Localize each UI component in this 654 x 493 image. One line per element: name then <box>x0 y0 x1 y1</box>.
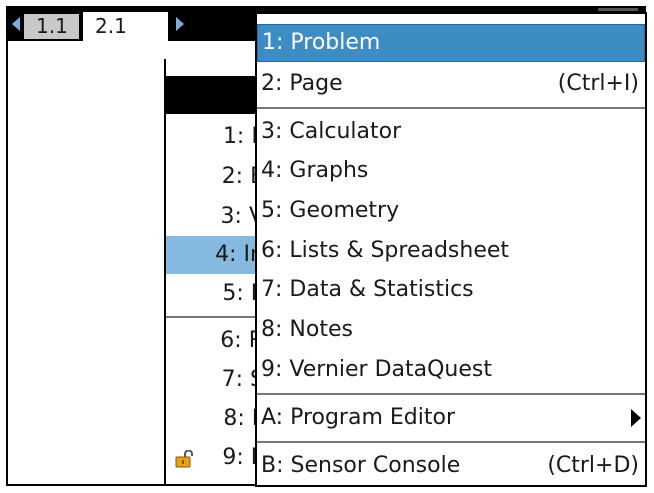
menu-item-program-editor[interactable]: A: Program Editor <box>257 399 645 437</box>
tab-scroll-left-icon[interactable] <box>12 17 20 31</box>
menu-item-label: 3: Calculator <box>261 119 402 144</box>
menu-item-label: 9: Vernier DataQuest <box>261 357 492 382</box>
menu-item-label: A: Program Editor <box>261 405 455 430</box>
menu-item-label: 6: Lists & Spreadsheet <box>261 238 510 263</box>
shortcut-label: (Ctrl+D) <box>547 453 639 478</box>
menu-item-data-statistics[interactable]: 7: Data & Statistics <box>257 271 645 309</box>
chevron-right-icon <box>631 409 641 427</box>
lock-open-icon <box>175 450 193 468</box>
menu-item-label: 8: Notes <box>261 317 353 342</box>
menu-item-label: 4: Graphs <box>261 158 369 183</box>
menu-item-problem[interactable]: 1: Problem <box>257 24 645 62</box>
shortcut-label: (Ctrl+I) <box>557 71 639 96</box>
menu-item-graphs[interactable]: 4: Graphs <box>257 152 645 190</box>
menu-item-sensor-console[interactable]: B: Sensor Console (Ctrl+D) <box>257 447 645 485</box>
tab-scroll-right-icon[interactable] <box>176 17 184 31</box>
menu-divider <box>257 441 645 443</box>
menu-item-lists-spreadsheet[interactable]: 6: Lists & Spreadsheet <box>257 232 645 270</box>
menu-item-label: B: Sensor Console <box>261 453 461 478</box>
menu-item-calculator[interactable]: 3: Calculator <box>257 113 645 151</box>
tab-1-1[interactable]: 1.1 <box>24 14 79 39</box>
menu-item-notes[interactable]: 8: Notes <box>257 311 645 349</box>
menu-divider <box>257 393 645 395</box>
menu-item-label: 2: Page <box>261 71 343 96</box>
insert-submenu: 1: Problem 2: Page (Ctrl+I) 3: Calculato… <box>255 12 647 487</box>
menu-item-geometry[interactable]: 5: Geometry <box>257 192 645 230</box>
menu-divider <box>257 107 645 109</box>
tab-2-1[interactable]: 2.1 <box>83 12 168 41</box>
menu-item-label: 7: Data & Statistics <box>261 277 474 302</box>
menu-item-page[interactable]: 2: Page (Ctrl+I) <box>257 65 645 103</box>
menu-item-vernier-dataquest[interactable]: 9: Vernier DataQuest <box>257 351 645 389</box>
menu-item-label: 5: Geometry <box>261 198 400 223</box>
menu-item-label: 1: Problem <box>262 30 381 55</box>
